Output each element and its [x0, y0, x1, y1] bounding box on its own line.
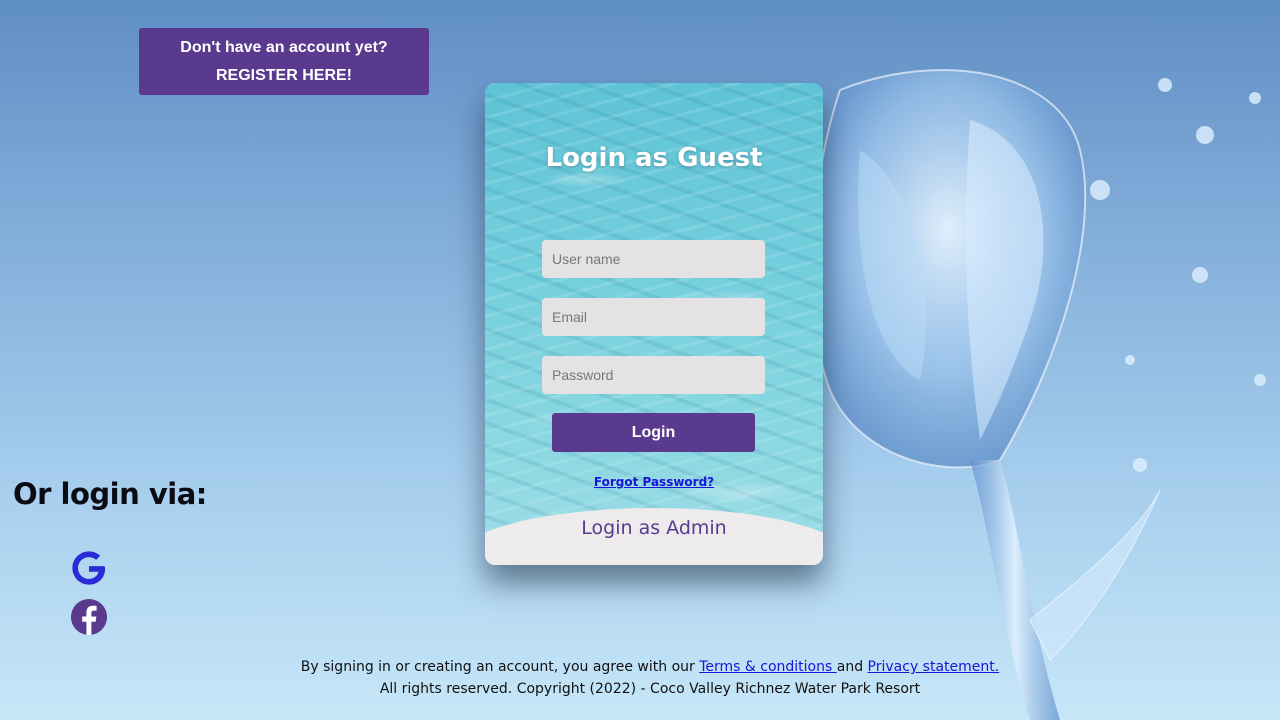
copyright-text: All rights reserved. Copyright (2022) - …: [379, 681, 921, 697]
terms-link[interactable]: Terms & conditions: [699, 659, 837, 675]
register-button[interactable]: Don't have an account yet? REGISTER HERE…: [139, 28, 429, 95]
google-icon[interactable]: [70, 549, 108, 587]
social-login-heading: Or login via:: [13, 477, 207, 511]
admin-login-link[interactable]: Login as Admin: [485, 517, 823, 539]
login-button[interactable]: Login: [552, 413, 755, 452]
terms-conjunction: and: [836, 659, 868, 675]
terms-notice: By signing in or creating an account, yo…: [300, 656, 1000, 678]
register-prompt: Don't have an account yet?: [180, 38, 388, 56]
terms-prefix: By signing in or creating an account, yo…: [300, 659, 700, 675]
guest-login-card: Login as Guest Login Forgot Password? Lo…: [485, 83, 823, 565]
username-field[interactable]: [542, 240, 765, 278]
email-field[interactable]: [542, 298, 765, 336]
facebook-icon[interactable]: [70, 598, 108, 636]
card-title: Login as Guest: [545, 143, 763, 173]
forgot-password-link[interactable]: Forgot Password?: [485, 475, 823, 489]
water-rose-illustration: [810, 69, 1266, 720]
register-cta: REGISTER HERE!: [215, 66, 352, 84]
footer: By signing in or creating an account, yo…: [300, 656, 1000, 700]
password-field[interactable]: [542, 356, 765, 394]
privacy-link[interactable]: Privacy statement.: [868, 659, 1000, 675]
